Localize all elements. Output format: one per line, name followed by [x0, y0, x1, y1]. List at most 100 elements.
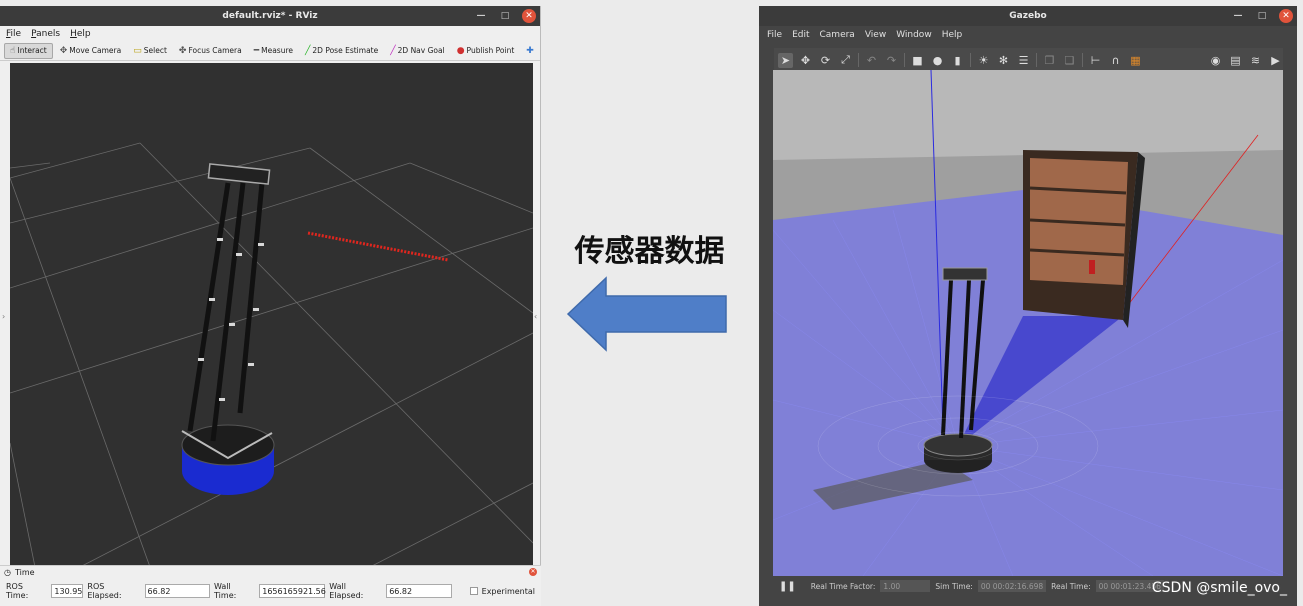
box-shape-icon[interactable]: ■	[910, 53, 925, 68]
gz-menu-help[interactable]: Help	[942, 30, 963, 40]
toolbar-separator	[970, 53, 971, 67]
measure-tool-button[interactable]: ━ Measure	[249, 43, 298, 59]
sphere-shape-icon[interactable]: ●	[930, 53, 945, 68]
wall-time-field[interactable]: 1656165921.56	[259, 584, 326, 598]
real-time-factor-field: 1.00	[880, 580, 931, 592]
rviz-toolbar: ☝ Interact ✥ Move Camera ▭ Select ✤ Focu…	[0, 41, 540, 61]
scale-icon[interactable]: ⤢	[838, 53, 853, 68]
wall-elapsed-field[interactable]: 66.82	[386, 584, 452, 598]
move-camera-label: Move Camera	[69, 46, 122, 55]
video-record-icon[interactable]: ▶	[1268, 53, 1283, 68]
gazebo-3d-viewport[interactable]	[773, 70, 1283, 576]
select-label: Select	[143, 46, 167, 55]
toolbar-separator	[858, 53, 859, 67]
sensor-data-caption: 传感器数据	[574, 234, 725, 269]
rviz-scene	[10, 142, 533, 567]
snap-icon[interactable]: ∩	[1108, 53, 1123, 68]
close-icon[interactable]: ✕	[522, 9, 536, 23]
cylinder-shape-icon[interactable]: ▮	[950, 53, 965, 68]
rviz-titlebar: default.rviz* - RViz — □ ✕	[0, 6, 540, 26]
minimize-icon[interactable]: —	[474, 9, 488, 23]
menu-help[interactable]: Help	[70, 29, 91, 39]
align-icon[interactable]: ⊢	[1088, 53, 1103, 68]
screenshot-icon[interactable]: ◉	[1208, 53, 1223, 68]
menu-file[interactable]: File	[6, 29, 21, 39]
time-panel-header: ◷ Time ✕	[0, 566, 541, 578]
gazebo-minimize-icon[interactable]: —	[1231, 9, 1245, 23]
pose-estimate-icon: ╱	[304, 45, 311, 56]
gz-menu-camera[interactable]: Camera	[820, 30, 855, 40]
toolbar-separator	[1036, 53, 1037, 67]
time-panel-close-icon[interactable]: ✕	[529, 568, 537, 576]
ros-elapsed-label: ROS Elapsed:	[87, 582, 122, 600]
publish-point-label: Publish Point	[466, 46, 515, 55]
wall-elapsed-label: Wall Elapsed:	[329, 582, 364, 600]
left-panel-handle-icon[interactable]: ›	[2, 312, 8, 324]
ros-time-field[interactable]: 130.95	[51, 584, 84, 598]
pose-estimate-label: 2D Pose Estimate	[312, 46, 379, 55]
log-icon[interactable]: ▤	[1228, 53, 1243, 68]
interact-icon: ☝	[10, 45, 16, 56]
gz-menu-file[interactable]: File	[767, 30, 782, 40]
right-panel-handle-icon[interactable]: ‹	[534, 312, 540, 324]
csdn-watermark: CSDN @smile_ovo_	[1151, 580, 1287, 596]
measure-label: Measure	[261, 46, 293, 55]
select-arrow-icon[interactable]: ➤	[778, 52, 793, 68]
select-icon: ▭	[133, 45, 142, 56]
focus-camera-icon: ✤	[178, 45, 187, 56]
gz-menu-edit[interactable]: Edit	[792, 30, 809, 40]
gz-menu-window[interactable]: Window	[896, 30, 932, 40]
gz-menu-view[interactable]: View	[865, 30, 886, 40]
gazebo-titlebar: Gazebo — □ ✕	[759, 6, 1297, 26]
change-view-icon[interactable]: ▦	[1128, 53, 1143, 68]
select-tool-button[interactable]: ▭ Select	[128, 43, 172, 59]
redo-icon[interactable]: ↷	[884, 53, 899, 68]
publish-point-icon: ●	[456, 45, 465, 56]
experimental-label: Experimental	[481, 586, 535, 596]
pause-icon[interactable]: ❚❚	[779, 581, 796, 592]
real-time-label: Real Time:	[1051, 581, 1091, 591]
directional-light-icon[interactable]: ☰	[1016, 53, 1031, 68]
toolbar-separator	[904, 53, 905, 67]
rviz-window: default.rviz* - RViz — □ ✕ File Panels H…	[0, 6, 541, 606]
ground-grid	[10, 142, 533, 567]
plot-icon[interactable]: ≋	[1248, 53, 1263, 68]
ros-elapsed-field[interactable]: 66.82	[144, 584, 211, 598]
rotate-icon[interactable]: ⟳	[818, 53, 833, 68]
point-light-icon[interactable]: ☀	[976, 53, 991, 68]
ros-time-label: ROS Time:	[6, 582, 29, 600]
experimental-checkbox[interactable]	[469, 587, 478, 595]
publish-point-tool-button[interactable]: ● Publish Point	[452, 43, 520, 59]
real-time-factor-label: Real Time Factor:	[810, 581, 876, 591]
interact-tool-button[interactable]: ☝ Interact	[4, 42, 53, 59]
gazebo-scene	[773, 70, 1283, 576]
add-tool-button[interactable]: ✚	[521, 43, 539, 59]
toolbar-separator	[1082, 53, 1083, 67]
maximize-icon[interactable]: □	[498, 9, 512, 23]
copy-icon[interactable]: ❐	[1042, 53, 1057, 68]
rviz-menubar: File Panels Help	[0, 26, 540, 41]
gazebo-title: Gazebo	[1009, 11, 1047, 21]
paste-icon[interactable]: ❑	[1062, 53, 1077, 68]
focus-camera-tool-button[interactable]: ✤ Focus Camera	[174, 43, 247, 59]
translate-icon[interactable]: ✥	[798, 53, 813, 68]
pose-estimate-tool-button[interactable]: ╱ 2D Pose Estimate	[300, 43, 383, 59]
move-camera-tool-button[interactable]: ✥ Move Camera	[55, 43, 126, 59]
rviz-title: default.rviz* - RViz	[222, 11, 318, 21]
sim-time-field: 00 00:02:16.698	[977, 580, 1047, 592]
wall-time-label: Wall Time:	[214, 582, 237, 600]
measure-icon: ━	[253, 45, 260, 56]
gazebo-maximize-icon[interactable]: □	[1255, 9, 1269, 23]
plus-icon: ✚	[526, 45, 534, 56]
gazebo-close-icon[interactable]: ✕	[1279, 9, 1293, 23]
nav-goal-icon: ╱	[390, 45, 396, 56]
menu-panels[interactable]: Panels	[31, 29, 60, 39]
robot-model	[181, 163, 275, 495]
rviz-3d-viewport[interactable]	[10, 63, 533, 567]
move-camera-icon: ✥	[59, 45, 68, 56]
nav-goal-tool-button[interactable]: ╱ 2D Nav Goal	[385, 43, 449, 59]
bookshelf-model	[1023, 150, 1145, 328]
spot-light-icon[interactable]: ✻	[996, 53, 1011, 68]
undo-icon[interactable]: ↶	[864, 53, 879, 68]
nav-goal-label: 2D Nav Goal	[397, 46, 445, 55]
